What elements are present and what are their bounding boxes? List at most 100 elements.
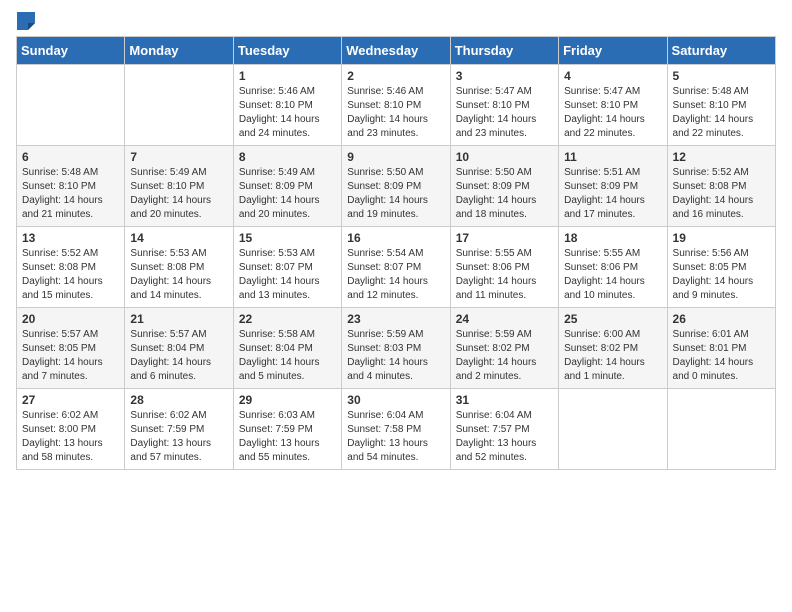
day-number: 15 — [239, 231, 336, 245]
calendar-cell: 22 Sunrise: 5:58 AMSunset: 8:04 PMDayligh… — [233, 308, 341, 389]
calendar-cell: 25 Sunrise: 6:00 AMSunset: 8:02 PMDayligh… — [559, 308, 667, 389]
calendar-cell: 9Sunrise: 5:50 AMSunset: 8:09 PMDaylight… — [342, 146, 450, 227]
day-number: 21 — [130, 312, 227, 326]
day-number: 8 — [239, 150, 336, 164]
col-header-saturday: Saturday — [667, 37, 775, 65]
calendar-cell: 4 Sunrise: 5:47 AMSunset: 8:10 PMDaylight… — [559, 65, 667, 146]
day-info: Sunrise: 5:49 AMSunset: 8:09 PMDaylight:… — [239, 166, 336, 222]
day-info: Sunrise: 5:50 AMSunset: 8:09 PMDaylight:… — [456, 166, 553, 222]
day-number: 11 — [564, 150, 661, 164]
day-info: Sunrise: 5:47 AMSunset: 8:10 PMDaylight:… — [456, 85, 553, 141]
day-info: Sunrise: 6:00 AMSunset: 8:02 PMDaylight:… — [564, 328, 661, 384]
calendar-cell: 17Sunrise: 5:55 AMSunset: 8:06 PMDayligh… — [450, 227, 558, 308]
calendar-cell: 20 Sunrise: 5:57 AMSunset: 8:05 PMDayligh… — [17, 308, 125, 389]
day-info: Sunrise: 5:53 AMSunset: 8:07 PMDaylight:… — [239, 247, 336, 303]
day-number: 6 — [22, 150, 119, 164]
calendar-cell: 23 Sunrise: 5:59 AMSunset: 8:03 PMDayligh… — [342, 308, 450, 389]
calendar-cell: 27 Sunrise: 6:02 AMSunset: 8:00 PMDayligh… — [17, 389, 125, 470]
calendar-cell: 15 Sunrise: 5:53 AMSunset: 8:07 PMDayligh… — [233, 227, 341, 308]
calendar-cell: 10 Sunrise: 5:50 AMSunset: 8:09 PMDayligh… — [450, 146, 558, 227]
calendar-cell: 19 Sunrise: 5:56 AMSunset: 8:05 PMDayligh… — [667, 227, 775, 308]
day-number: 16 — [347, 231, 444, 245]
day-info: Sunrise: 5:49 AMSunset: 8:10 PMDaylight:… — [130, 166, 227, 222]
calendar-cell — [17, 65, 125, 146]
calendar-cell: 1 Sunrise: 5:46 AMSunset: 8:10 PMDaylight… — [233, 65, 341, 146]
day-info: Sunrise: 5:46 AMSunset: 8:10 PMDaylight:… — [239, 85, 336, 141]
day-number: 18 — [564, 231, 661, 245]
calendar-cell: 31 Sunrise: 6:04 AMSunset: 7:57 PMDayligh… — [450, 389, 558, 470]
day-info: Sunrise: 5:55 AMSunset: 8:06 PMDaylight:… — [564, 247, 661, 303]
day-number: 28 — [130, 393, 227, 407]
day-info: Sunrise: 5:57 AMSunset: 8:04 PMDaylight:… — [130, 328, 227, 384]
col-header-thursday: Thursday — [450, 37, 558, 65]
day-info: Sunrise: 5:48 AMSunset: 8:10 PMDaylight:… — [673, 85, 770, 141]
day-info: Sunrise: 5:59 AMSunset: 8:02 PMDaylight:… — [456, 328, 553, 384]
col-header-friday: Friday — [559, 37, 667, 65]
calendar-cell: 21 Sunrise: 5:57 AMSunset: 8:04 PMDayligh… — [125, 308, 233, 389]
calendar-cell: 16 Sunrise: 5:54 AMSunset: 8:07 PMDayligh… — [342, 227, 450, 308]
calendar-cell: 13 Sunrise: 5:52 AMSunset: 8:08 PMDayligh… — [17, 227, 125, 308]
day-number: 25 — [564, 312, 661, 326]
day-number: 19 — [673, 231, 770, 245]
day-number: 27 — [22, 393, 119, 407]
day-info: Sunrise: 6:02 AMSunset: 7:59 PMDaylight:… — [130, 409, 227, 465]
day-info: Sunrise: 5:53 AMSunset: 8:08 PMDaylight:… — [130, 247, 227, 303]
day-info: Sunrise: 5:48 AMSunset: 8:10 PMDaylight:… — [22, 166, 119, 222]
col-header-monday: Monday — [125, 37, 233, 65]
calendar-cell — [125, 65, 233, 146]
calendar-cell — [667, 389, 775, 470]
day-info: Sunrise: 5:52 AMSunset: 8:08 PMDaylight:… — [22, 247, 119, 303]
day-number: 13 — [22, 231, 119, 245]
calendar-cell: 24 Sunrise: 5:59 AMSunset: 8:02 PMDayligh… — [450, 308, 558, 389]
day-number: 29 — [239, 393, 336, 407]
day-number: 1 — [239, 69, 336, 83]
day-info: Sunrise: 5:58 AMSunset: 8:04 PMDaylight:… — [239, 328, 336, 384]
day-number: 30 — [347, 393, 444, 407]
day-info: Sunrise: 5:50 AMSunset: 8:09 PMDaylight:… — [347, 166, 444, 222]
day-number: 3 — [456, 69, 553, 83]
day-info: Sunrise: 6:02 AMSunset: 8:00 PMDaylight:… — [22, 409, 119, 465]
day-info: Sunrise: 6:04 AMSunset: 7:57 PMDaylight:… — [456, 409, 553, 465]
day-number: 12 — [673, 150, 770, 164]
day-info: Sunrise: 5:57 AMSunset: 8:05 PMDaylight:… — [22, 328, 119, 384]
logo — [16, 16, 35, 26]
calendar: SundayMondayTuesdayWednesdayThursdayFrid… — [16, 36, 776, 470]
day-number: 20 — [22, 312, 119, 326]
calendar-cell: 30 Sunrise: 6:04 AMSunset: 7:58 PMDayligh… — [342, 389, 450, 470]
calendar-cell: 3 Sunrise: 5:47 AMSunset: 8:10 PMDaylight… — [450, 65, 558, 146]
day-number: 26 — [673, 312, 770, 326]
day-info: Sunrise: 5:54 AMSunset: 8:07 PMDaylight:… — [347, 247, 444, 303]
day-info: Sunrise: 5:47 AMSunset: 8:10 PMDaylight:… — [564, 85, 661, 141]
day-number: 23 — [347, 312, 444, 326]
calendar-cell — [559, 389, 667, 470]
calendar-cell: 14 Sunrise: 5:53 AMSunset: 8:08 PMDayligh… — [125, 227, 233, 308]
col-header-tuesday: Tuesday — [233, 37, 341, 65]
day-info: Sunrise: 5:52 AMSunset: 8:08 PMDaylight:… — [673, 166, 770, 222]
calendar-cell: 5 Sunrise: 5:48 AMSunset: 8:10 PMDaylight… — [667, 65, 775, 146]
calendar-cell: 2Sunrise: 5:46 AMSunset: 8:10 PMDaylight… — [342, 65, 450, 146]
calendar-cell: 18 Sunrise: 5:55 AMSunset: 8:06 PMDayligh… — [559, 227, 667, 308]
day-number: 24 — [456, 312, 553, 326]
day-number: 14 — [130, 231, 227, 245]
day-info: Sunrise: 6:03 AMSunset: 7:59 PMDaylight:… — [239, 409, 336, 465]
day-info: Sunrise: 5:56 AMSunset: 8:05 PMDaylight:… — [673, 247, 770, 303]
day-info: Sunrise: 6:04 AMSunset: 7:58 PMDaylight:… — [347, 409, 444, 465]
day-info: Sunrise: 5:59 AMSunset: 8:03 PMDaylight:… — [347, 328, 444, 384]
day-info: Sunrise: 6:01 AMSunset: 8:01 PMDaylight:… — [673, 328, 770, 384]
day-number: 4 — [564, 69, 661, 83]
logo-icon — [17, 12, 35, 30]
day-number: 5 — [673, 69, 770, 83]
day-number: 10 — [456, 150, 553, 164]
day-number: 31 — [456, 393, 553, 407]
day-number: 22 — [239, 312, 336, 326]
calendar-cell: 11 Sunrise: 5:51 AMSunset: 8:09 PMDayligh… — [559, 146, 667, 227]
calendar-cell: 8 Sunrise: 5:49 AMSunset: 8:09 PMDaylight… — [233, 146, 341, 227]
calendar-cell: 26 Sunrise: 6:01 AMSunset: 8:01 PMDayligh… — [667, 308, 775, 389]
calendar-cell: 12 Sunrise: 5:52 AMSunset: 8:08 PMDayligh… — [667, 146, 775, 227]
calendar-cell: 29 Sunrise: 6:03 AMSunset: 7:59 PMDayligh… — [233, 389, 341, 470]
calendar-cell: 7Sunrise: 5:49 AMSunset: 8:10 PMDaylight… — [125, 146, 233, 227]
day-info: Sunrise: 5:51 AMSunset: 8:09 PMDaylight:… — [564, 166, 661, 222]
day-number: 2 — [347, 69, 444, 83]
calendar-cell: 28 Sunrise: 6:02 AMSunset: 7:59 PMDayligh… — [125, 389, 233, 470]
day-info: Sunrise: 5:55 AMSunset: 8:06 PMDaylight:… — [456, 247, 553, 303]
